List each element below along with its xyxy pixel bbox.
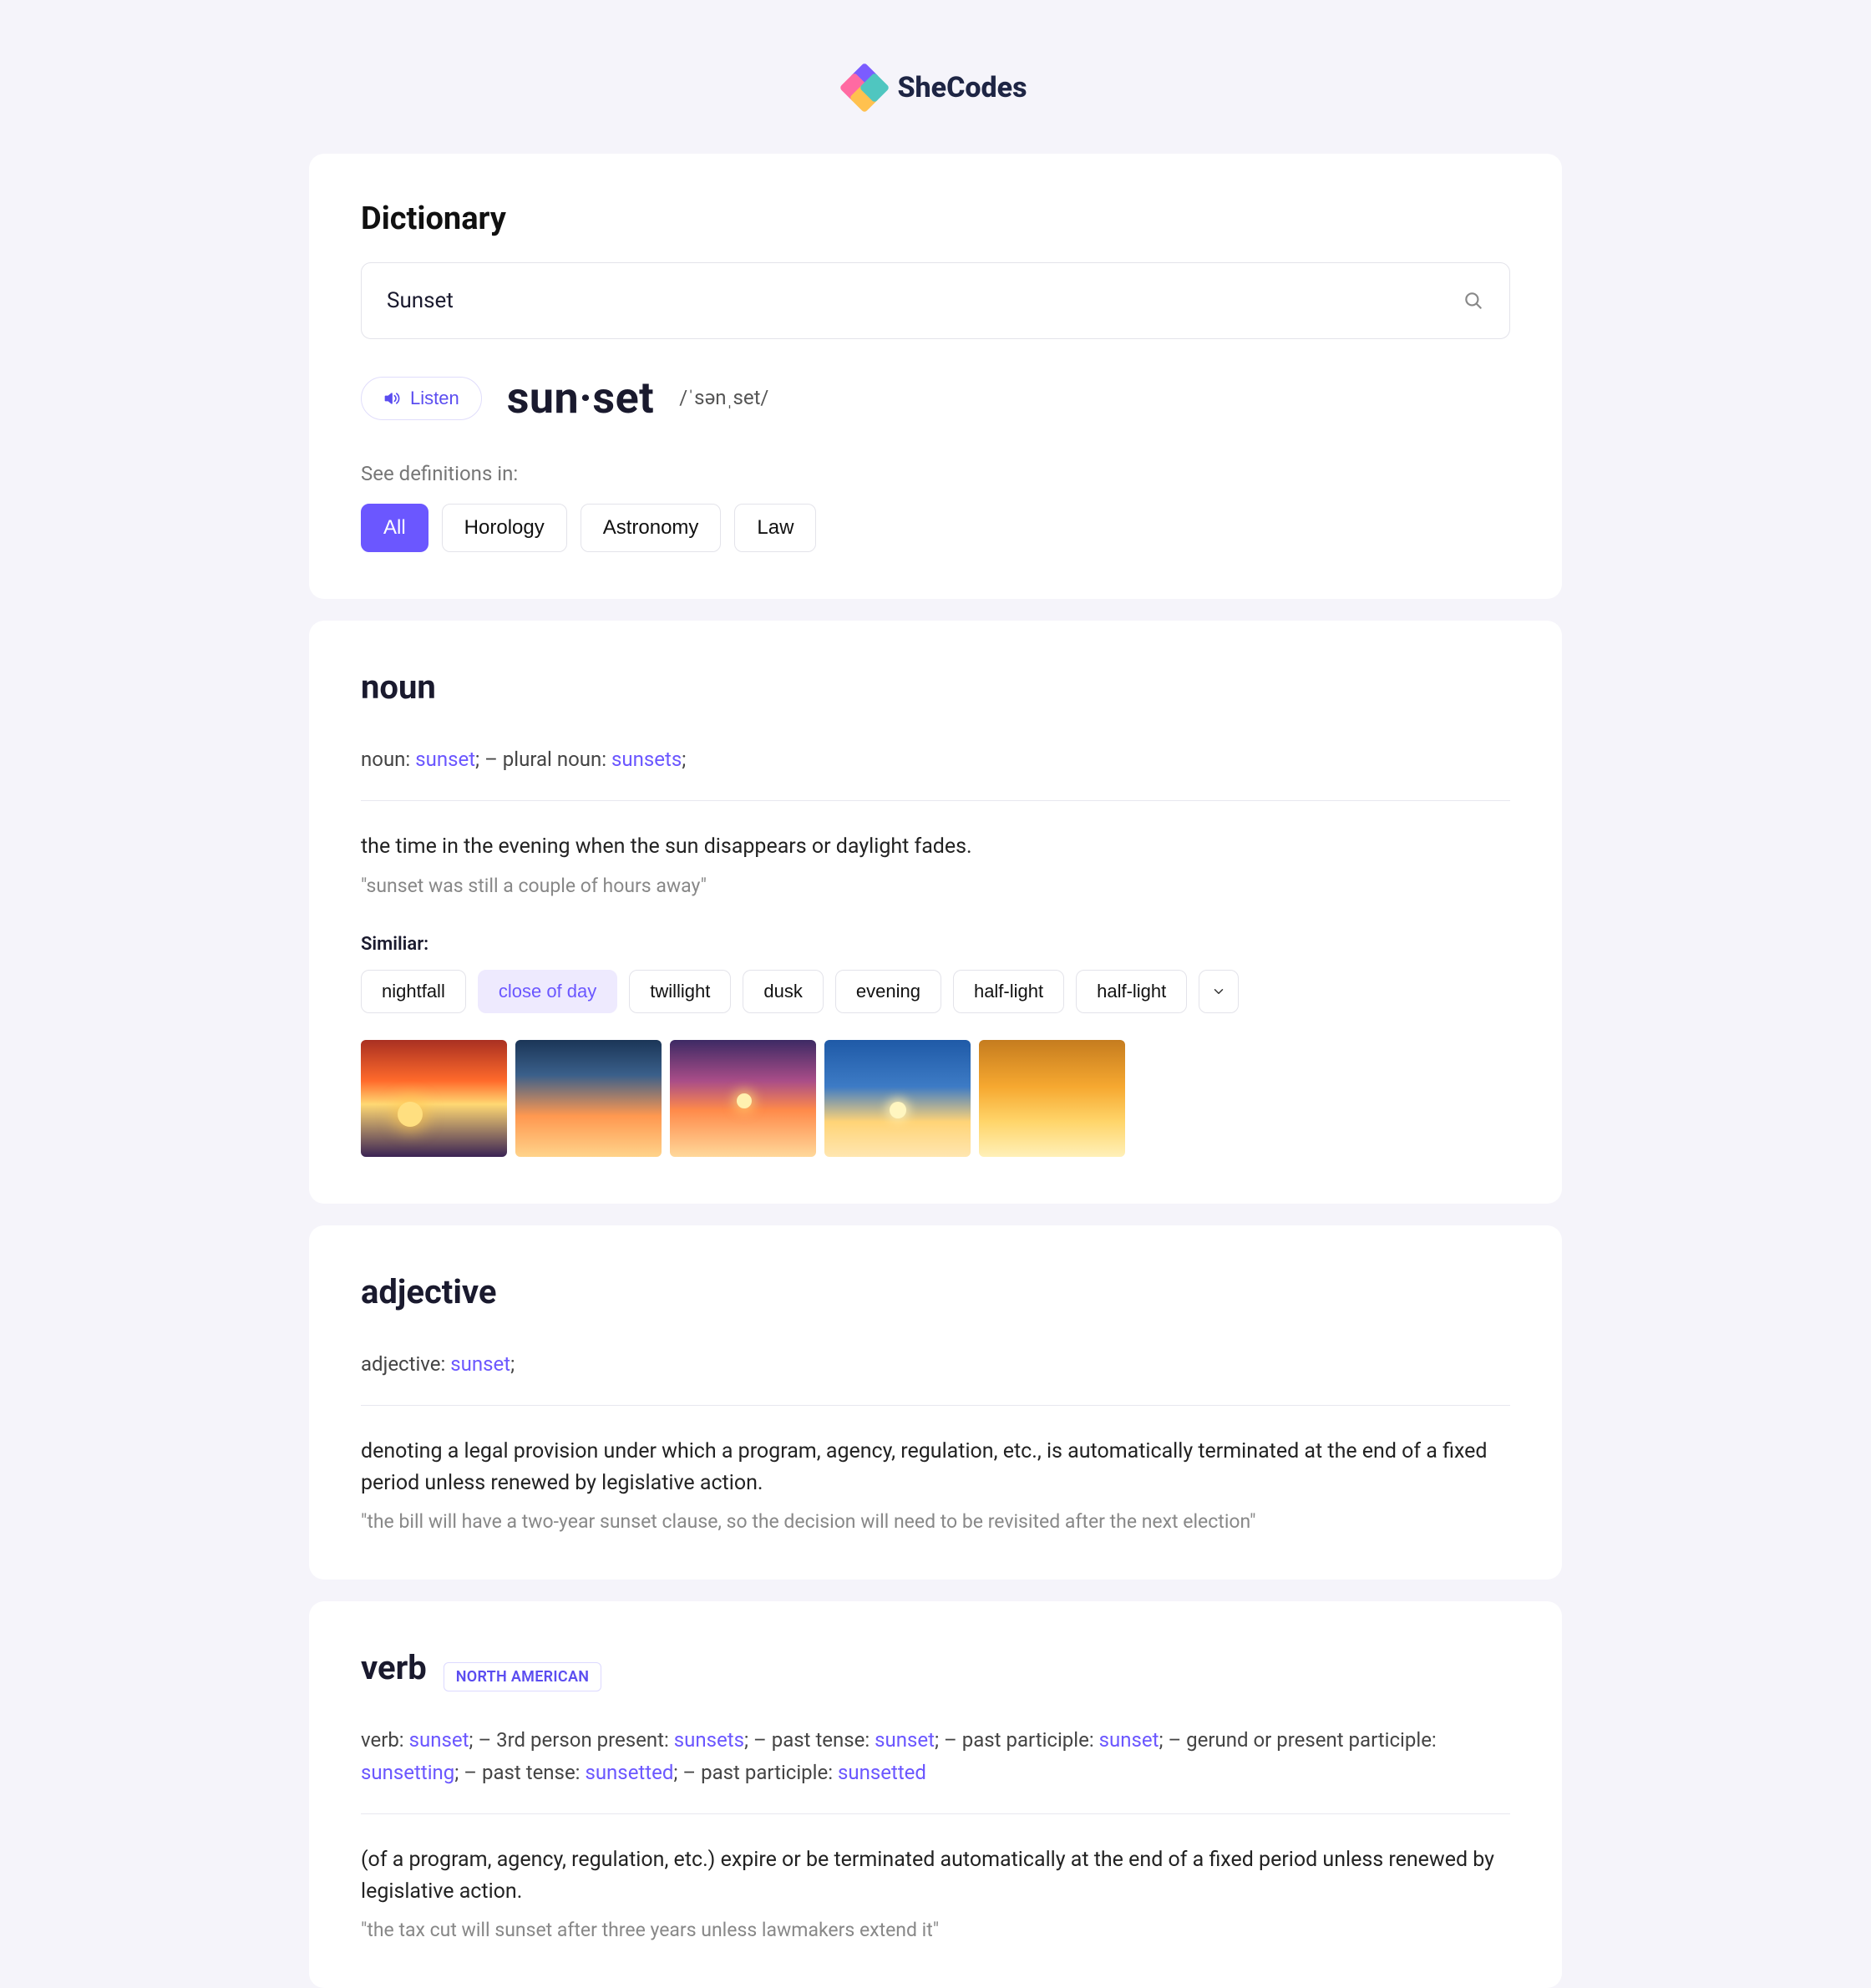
word-forms: noun: sunset; – plural noun: sunsets; (361, 743, 1510, 775)
entry-card-noun: noun noun: sunset; – plural noun: sunsets… (309, 621, 1562, 1204)
entry-card-verb: verb NORTH AMERICAN verb: sunset; – 3rd pe… (309, 1601, 1562, 1988)
region-badge: NORTH AMERICAN (444, 1662, 602, 1691)
similar-chip[interactable]: close of day (478, 970, 617, 1013)
image-thumbnail[interactable] (361, 1040, 507, 1157)
similar-expand-button[interactable] (1199, 970, 1239, 1013)
dictionary-card: Dictionary Listen sun·set /ˈsənˌs (309, 154, 1562, 599)
category-chip-horology[interactable]: Horology (442, 504, 567, 552)
headword: sun·set (507, 373, 655, 423)
definition-text: denoting a legal provision under which a… (361, 1436, 1510, 1499)
categories-label: See definitions in: (361, 462, 1510, 485)
similar-label: Similiar: (361, 934, 1510, 955)
search-box[interactable] (361, 262, 1510, 339)
example-text: "the bill will have a two-year sunset cl… (361, 1510, 1510, 1533)
definition-text: (of a program, agency, regulation, etc.)… (361, 1844, 1510, 1907)
similar-chip[interactable]: half-light (953, 970, 1064, 1013)
category-chip-astronomy[interactable]: Astronomy (581, 504, 722, 552)
word-forms: verb: sunset; – 3rd person present: suns… (361, 1724, 1510, 1788)
example-text: "sunset was still a couple of hours away… (361, 875, 1510, 897)
brand-logo: SheCodes (309, 67, 1562, 112)
pos-heading: noun (361, 667, 436, 707)
search-icon[interactable] (1463, 290, 1484, 312)
image-thumbnail[interactable] (515, 1040, 662, 1157)
similar-chip[interactable]: evening (835, 970, 941, 1013)
image-thumbnail[interactable] (670, 1040, 816, 1157)
listen-button[interactable]: Listen (361, 377, 482, 420)
entry-card-adjective: adjective adjective: sunset; denoting a le… (309, 1225, 1562, 1580)
similar-chip[interactable]: dusk (743, 970, 823, 1013)
similar-row: nightfall close of day twillight dusk evenin… (361, 970, 1510, 1013)
definition-text: the time in the evening when the sun dis… (361, 831, 1510, 863)
chevron-down-icon (1211, 984, 1226, 999)
similar-chip[interactable]: twillight (629, 970, 731, 1013)
image-thumbnail[interactable] (824, 1040, 971, 1157)
categories-row: All Horology AstronomyLaw (361, 504, 1510, 552)
similar-chip[interactable]: nightfall (361, 970, 466, 1013)
brand-name: SheCodes (897, 71, 1027, 104)
word-forms: adjective: sunset; (361, 1348, 1510, 1380)
image-thumbnails (361, 1040, 1510, 1157)
volume-icon (383, 390, 400, 407)
search-input[interactable] (387, 288, 1463, 313)
pos-heading: adjective (361, 1272, 497, 1311)
page-title: Dictionary (361, 200, 1510, 237)
category-chip-law[interactable]: Law (734, 504, 816, 552)
category-chip-all[interactable]: All (361, 504, 428, 552)
logo-icon (844, 67, 885, 109)
pos-heading: verb (361, 1648, 427, 1687)
phonetic: /ˈsənˌset/ (679, 386, 768, 410)
image-thumbnail[interactable] (979, 1040, 1125, 1157)
similar-chip[interactable]: half-light (1076, 970, 1187, 1013)
example-text: "the tax cut will sunset after three yea… (361, 1919, 1510, 1941)
listen-label: Listen (410, 388, 459, 409)
